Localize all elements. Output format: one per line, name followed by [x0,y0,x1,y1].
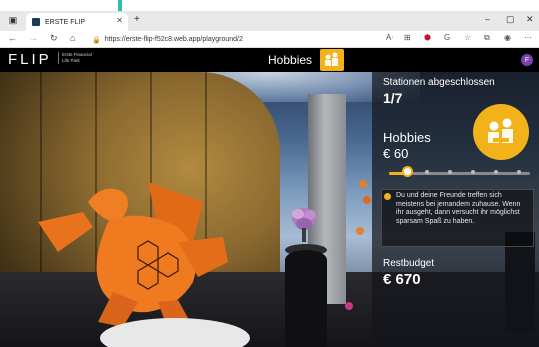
slider-step-dot [517,170,521,174]
slider-step-dot [494,170,498,174]
budget-value: € 670 [383,271,421,288]
browser-tab[interactable]: ERSTE FLIP ✕ [26,13,128,31]
purple-flower-sculpture[interactable] [288,204,320,244]
category-amount: € 60 [383,146,409,161]
hobbies-category-icon [320,49,344,71]
info-bullet-icon [384,193,391,200]
flip-logo[interactable]: FLIP [8,51,52,68]
profile-icon[interactable]: ◉ [504,33,511,42]
tab-close-icon[interactable]: ✕ [116,16,123,25]
extension-shield-icon[interactable]: ⬢ [424,33,431,42]
back-icon[interactable]: ← [8,33,17,43]
stations-value: 1/7 [383,90,403,106]
hobbies-badge-icon [473,104,529,160]
refresh-icon[interactable]: ↻ [50,33,58,44]
description-box: Du und deine Freunde treffen sich meiste… [381,189,534,247]
lock-icon: 🔒 [92,36,101,44]
forward-icon[interactable]: → [29,33,38,43]
maximize-button[interactable]: ▢ [506,14,515,25]
scene-pedestal [285,250,327,347]
url-bar[interactable]: 🔒 https://erste-flip-f52c8.web.app/playg… [92,33,392,46]
tab-actions-icon[interactable]: ▣ [6,13,20,27]
budget-label: Restbudget [383,258,435,269]
more-menu-icon[interactable]: ⋯ [524,33,532,42]
favorites-icon[interactable]: ☆ [464,33,471,42]
slider-step-dot [471,170,475,174]
user-avatar[interactable]: F [521,54,533,66]
logo-subtitle: Erste Financial Life Park [58,52,92,64]
extension-icon[interactable]: G [444,33,450,42]
hotspot-marker[interactable] [359,180,367,188]
minimize-button[interactable]: – [485,14,490,24]
tab-title: ERSTE FLIP [45,18,86,26]
orange-pegasus-sculpture[interactable] [28,182,238,332]
read-aloud-icon[interactable]: Aᐧ [386,33,393,42]
site-favicon-icon [32,18,40,26]
slider-step-dot [425,170,429,174]
collections-icon[interactable]: ⧉ [484,33,490,43]
logo-subtitle-line-2: Life Park [62,58,80,63]
app-available-icon[interactable]: ⊞ [404,33,411,42]
close-window-button[interactable]: ✕ [526,14,534,25]
hotspot-marker[interactable] [356,227,364,235]
description-text: Du und deine Freunde treffen sich meiste… [396,192,521,225]
new-tab-button[interactable]: + [134,14,140,25]
slider-step-dot [448,170,452,174]
stations-label: Stationen abgeschlossen [383,77,495,88]
home-icon[interactable]: ⌂ [70,33,75,43]
category-label: Hobbies [383,130,431,145]
url-text: https://erste-flip-f52c8.web.app/playgro… [104,36,243,43]
hotspot-marker[interactable] [363,196,371,204]
hotspot-marker[interactable] [345,302,353,310]
page-title: Hobbies [268,53,313,67]
